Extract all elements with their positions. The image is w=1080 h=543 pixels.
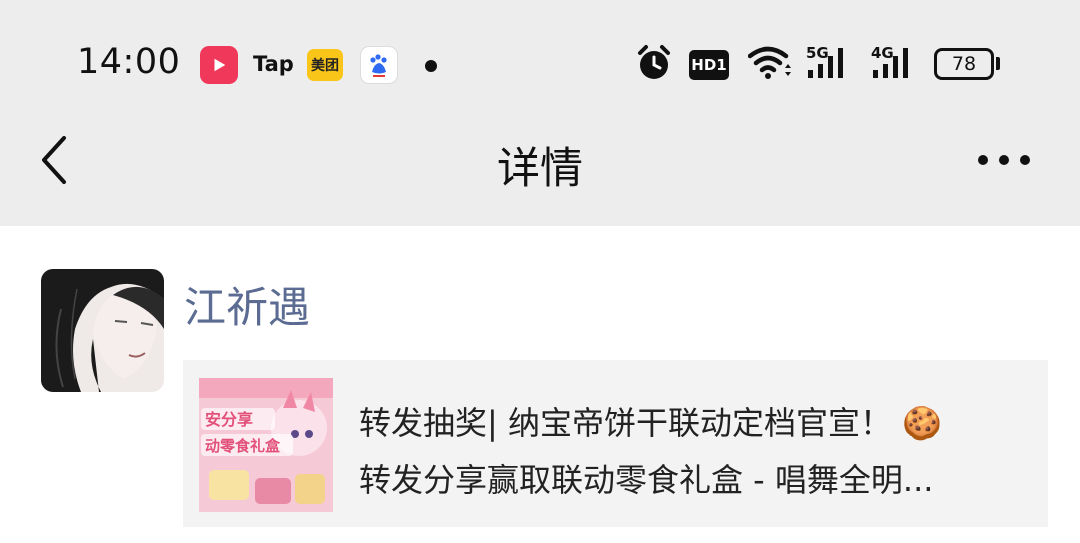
battery-indicator: 78 xyxy=(934,48,994,80)
notification-dot xyxy=(425,60,437,72)
thumb-text-1: 安分享 xyxy=(205,410,253,429)
more-button[interactable] xyxy=(978,152,1030,168)
page-title: 详情 xyxy=(497,144,583,194)
status-time: 14:00 xyxy=(77,42,181,82)
svg-text:4G: 4G xyxy=(871,44,894,62)
more-horizontal-icon xyxy=(999,155,1009,165)
author-name[interactable]: 江祈遇 xyxy=(184,274,310,335)
svg-text:5G: 5G xyxy=(806,44,829,62)
card-subtitle: 转发分享赢取联动零食礼盒 - 唱舞全明... xyxy=(359,461,934,499)
shared-link-card[interactable]: 安分享 动零食礼盒 转发抽奖| 纳宝帝饼干联动定档官宣！ 🍪 转发分享赢取联动零… xyxy=(183,360,1048,527)
signal-5g-icon: 5G xyxy=(806,44,856,88)
card-title: 转发抽奖| 纳宝帝饼干联动定档官宣！ 🍪 xyxy=(359,404,942,442)
wifi-icon xyxy=(747,44,792,86)
baidu-app-icon xyxy=(360,46,398,84)
hd-badge: HD1 xyxy=(689,50,729,80)
tap-app-icon: Tap xyxy=(253,52,294,76)
more-horizontal-icon xyxy=(978,155,988,165)
signal-4g-icon: 4G xyxy=(871,44,921,88)
avatar[interactable] xyxy=(41,269,164,392)
video-app-icon xyxy=(200,46,238,84)
card-thumbnail: 安分享 动零食礼盒 xyxy=(199,378,333,512)
battery-tip xyxy=(996,57,1000,70)
alarm-icon xyxy=(636,44,672,86)
thumb-text-2: 动零食礼盒 xyxy=(205,437,281,455)
more-horizontal-icon xyxy=(1020,155,1030,165)
meituan-app-icon: 美团 xyxy=(307,49,343,81)
